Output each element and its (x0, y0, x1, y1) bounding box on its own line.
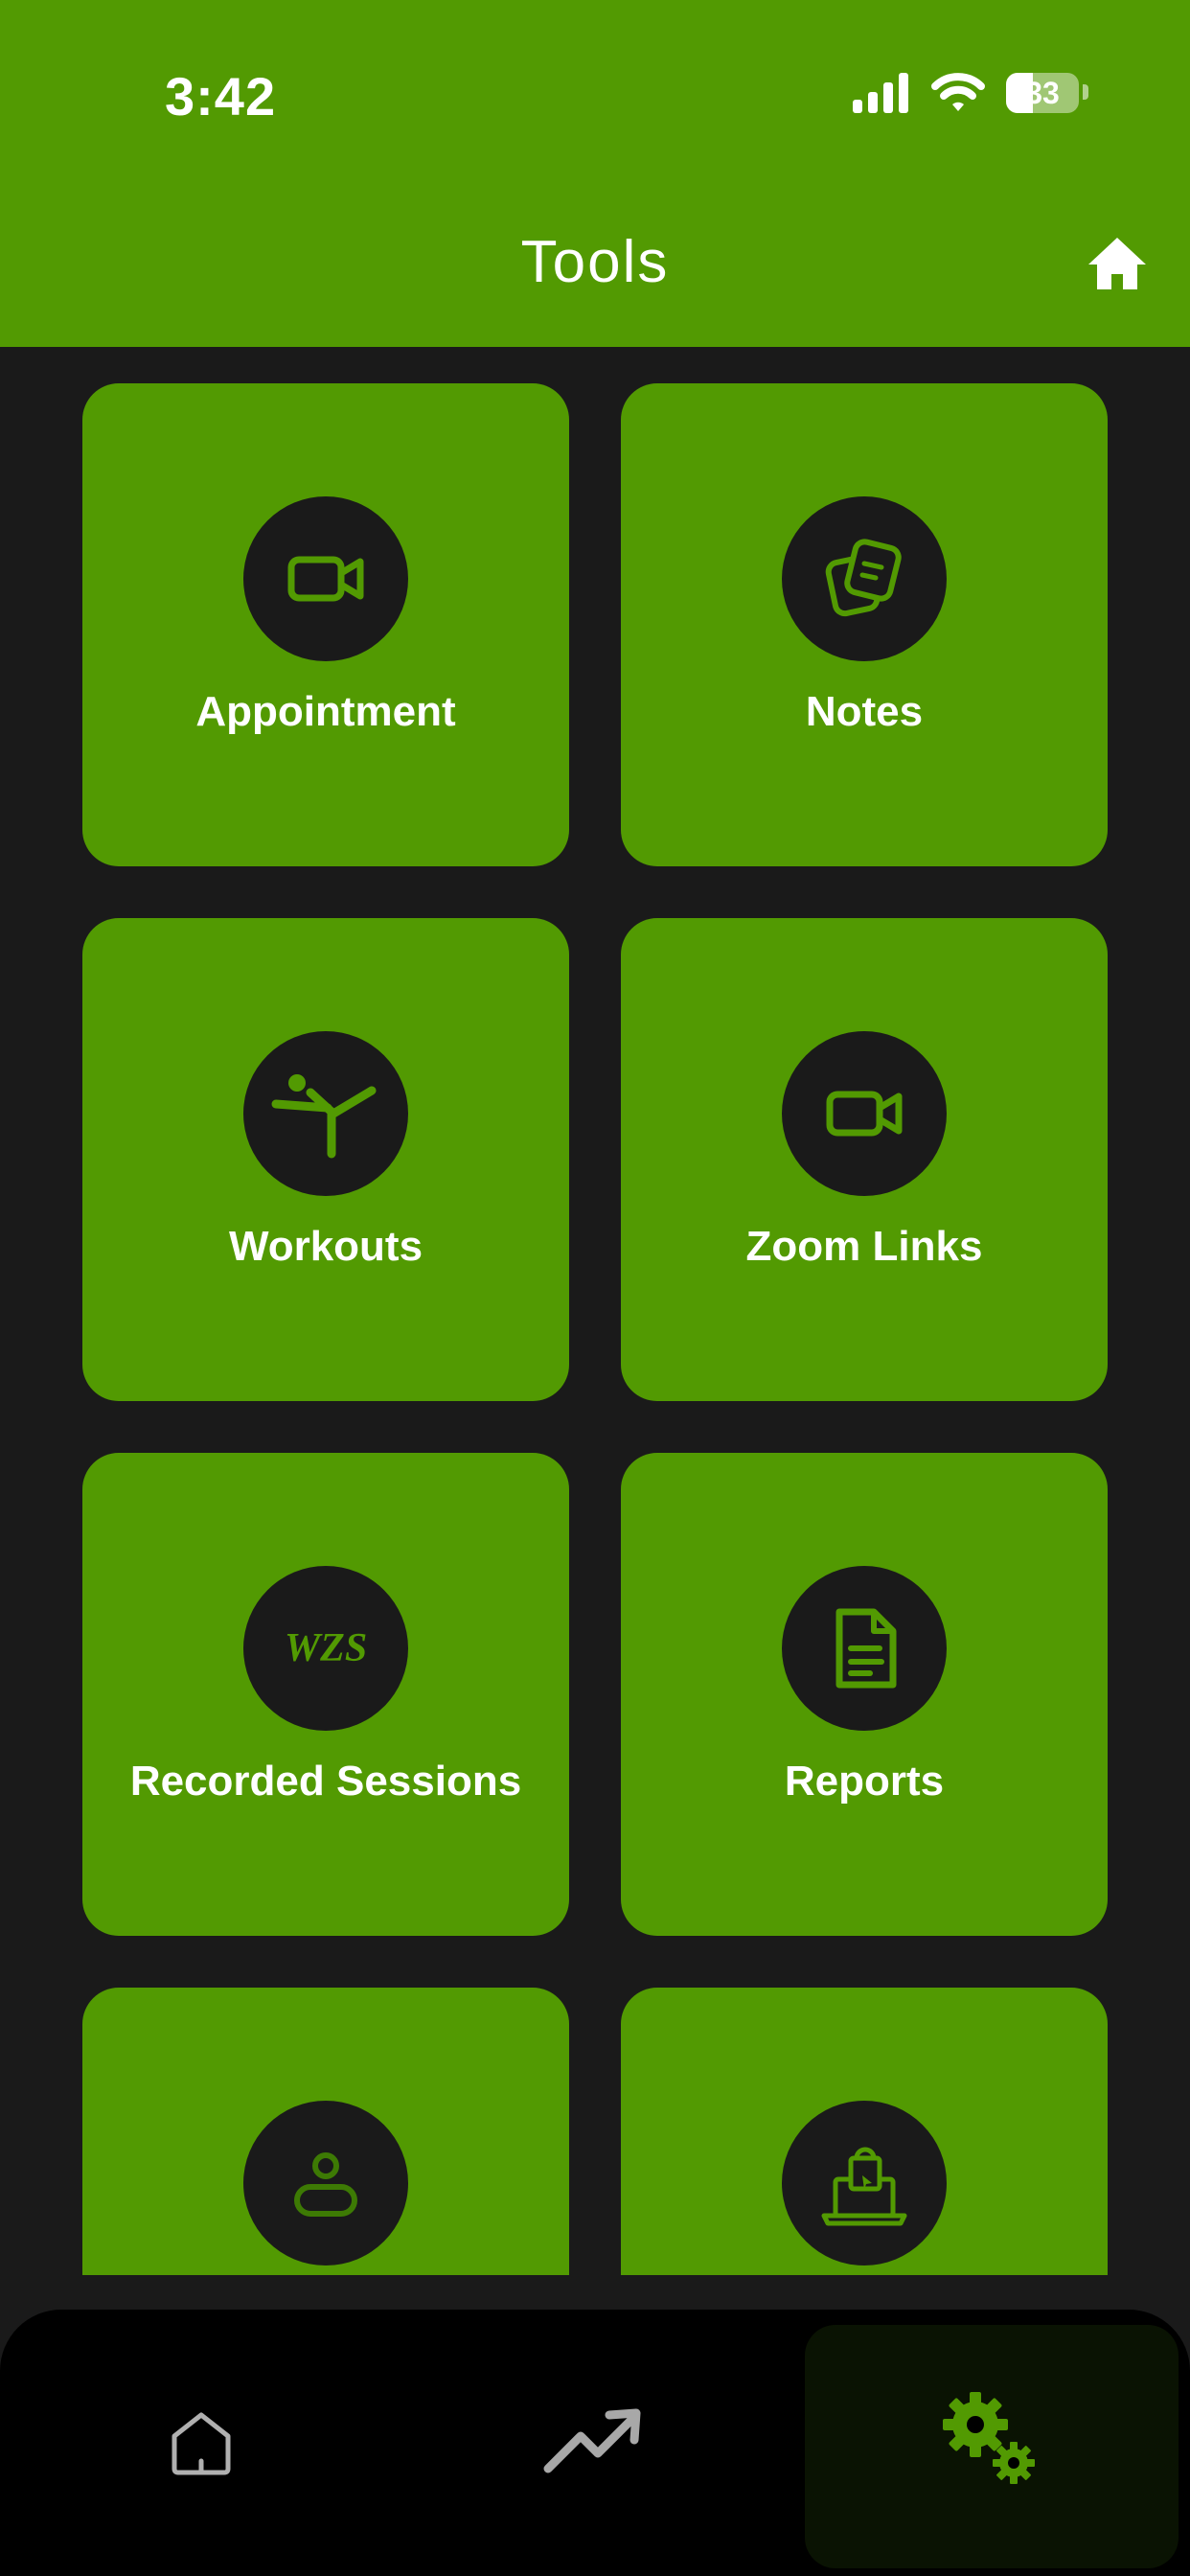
gears-icon (943, 2392, 1035, 2484)
battery-indicator: 33 (1006, 73, 1079, 113)
document-icon (835, 1608, 897, 1689)
notes-icon (825, 539, 902, 617)
wzs-logo: WZS (284, 1626, 368, 1670)
video-camera-icon (826, 1091, 903, 1137)
home-button[interactable] (1085, 234, 1150, 293)
bottom-nav (0, 2310, 1190, 2576)
tile-zoom-links[interactable]: Zoom Links (621, 918, 1108, 1401)
tile-icon-circle: WZS (243, 1566, 408, 1731)
tile-label: Notes (805, 688, 924, 735)
tile-icon-circle (782, 1566, 947, 1731)
wifi-icon (931, 73, 985, 111)
tile-icon-circle (782, 2101, 947, 2266)
tile-label: Workouts (228, 1223, 423, 1270)
battery-level: 33 (1025, 76, 1060, 110)
tile-icon-circle (782, 1031, 947, 1196)
page-title: Tools (520, 229, 670, 295)
tile-recorded-sessions[interactable]: WZS Recorded Sessions (82, 1453, 569, 1936)
tile-appointment[interactable]: Appointment (82, 383, 569, 866)
tile-reports[interactable]: Reports (621, 1453, 1108, 1936)
nav-tools[interactable] (901, 2310, 1083, 2568)
app-header: 3:42 33 Tools (0, 0, 1190, 347)
signal-icon (853, 73, 908, 113)
status-icons: 33 (849, 71, 1088, 125)
tile-workouts[interactable]: Workouts (82, 918, 569, 1401)
online-shop-icon (821, 2147, 907, 2226)
tile-label: Zoom Links (745, 1223, 983, 1270)
status-time: 3:42 (165, 66, 277, 126)
tile-notes[interactable]: Notes (621, 383, 1108, 866)
nav-progress[interactable] (508, 2310, 680, 2568)
tile-shop[interactable] (621, 1988, 1108, 2275)
video-camera-icon (287, 556, 364, 602)
home-outline-icon (172, 2412, 231, 2475)
tile-label: Recorded Sessions (129, 1758, 522, 1805)
tile-icon-circle (243, 1031, 408, 1196)
tile-icon-circle (243, 496, 408, 661)
home-icon (1088, 238, 1146, 289)
tile-icon-circle (243, 2101, 408, 2266)
tile-icon-circle (782, 496, 947, 661)
trending-up-icon (543, 2408, 641, 2473)
tile-label: Reports (784, 1758, 945, 1805)
person-icon (294, 2152, 357, 2217)
martial-arts-kick-icon (271, 1074, 377, 1159)
nav-home[interactable] (115, 2310, 287, 2568)
tile-profile[interactable] (82, 1988, 569, 2275)
tile-label: Appointment (195, 688, 456, 735)
